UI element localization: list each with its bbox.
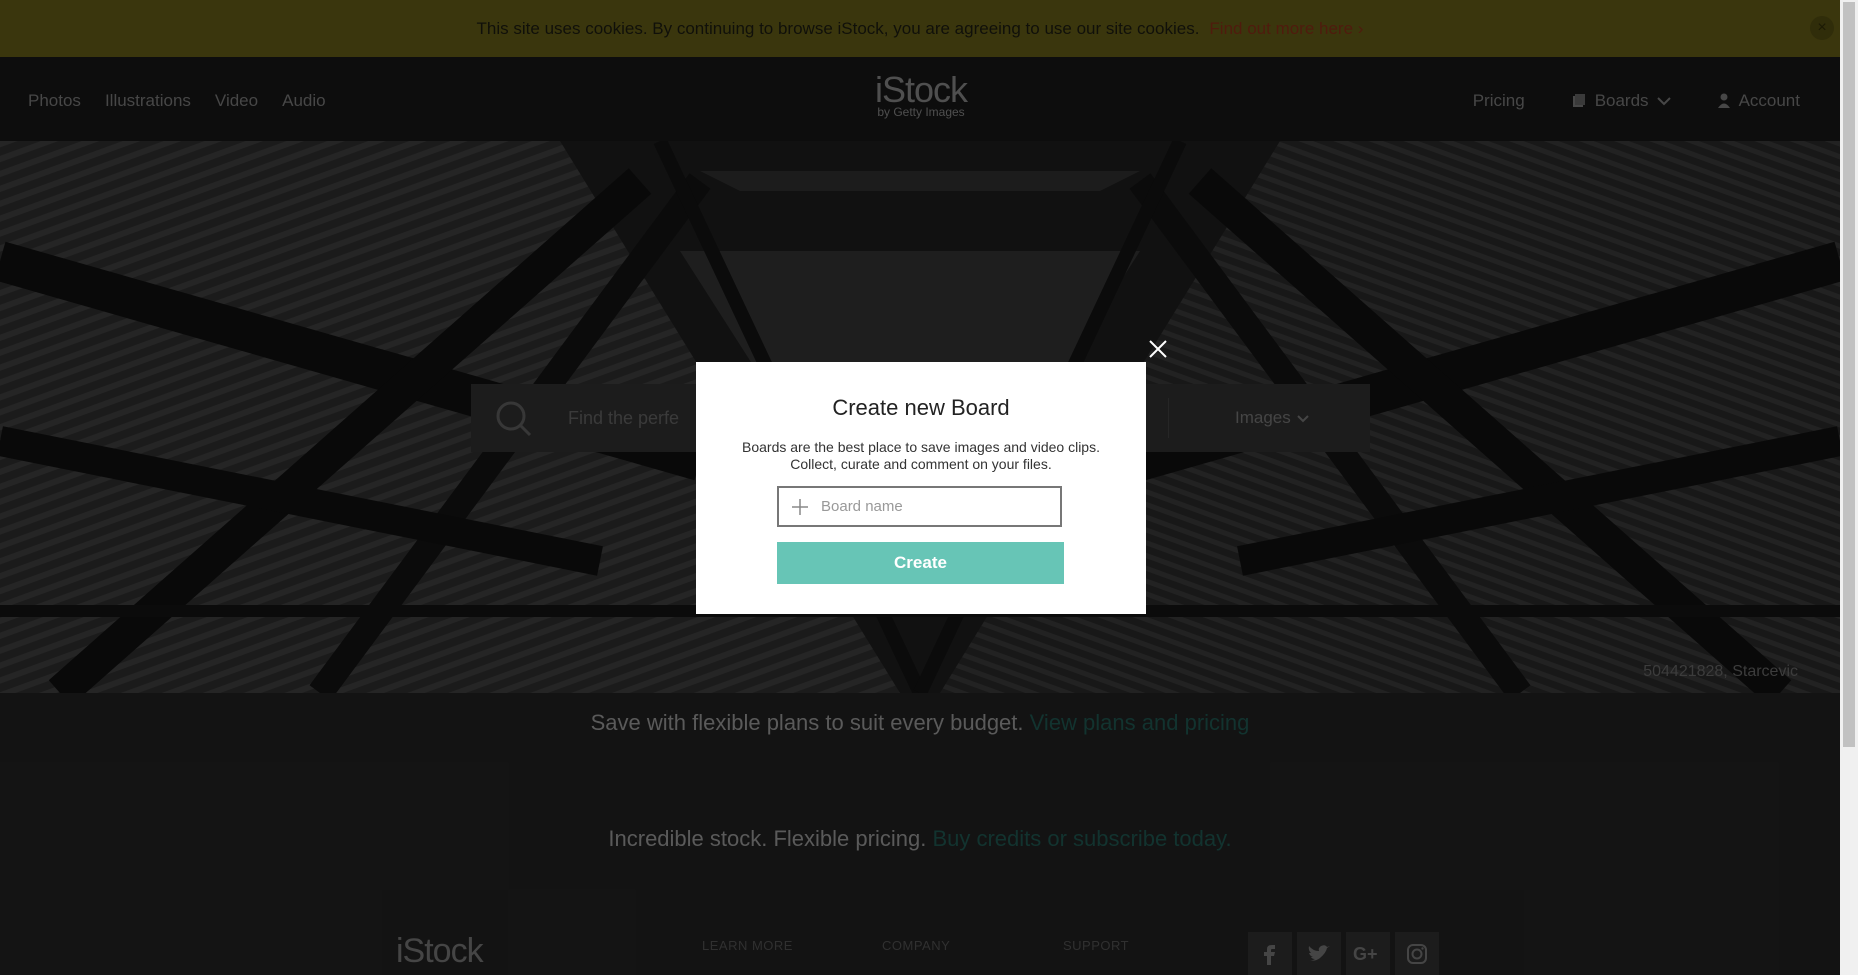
dialog-description: Boards are the best place to save images…	[742, 439, 1100, 472]
page: This site uses cookies. By continuing to…	[0, 0, 1840, 975]
page-scrollbar[interactable]	[1840, 0, 1858, 975]
modal-close-icon[interactable]	[1147, 338, 1169, 360]
create-button[interactable]: Create	[777, 542, 1064, 584]
dialog-title: Create new Board	[832, 395, 1010, 420]
board-name-field[interactable]	[777, 486, 1062, 527]
create-board-dialog: Create new Board Boards are the best pla…	[696, 362, 1146, 614]
board-name-input[interactable]	[819, 497, 1043, 516]
plus-icon	[792, 498, 808, 515]
scrollbar-thumb[interactable]	[1843, 2, 1855, 747]
